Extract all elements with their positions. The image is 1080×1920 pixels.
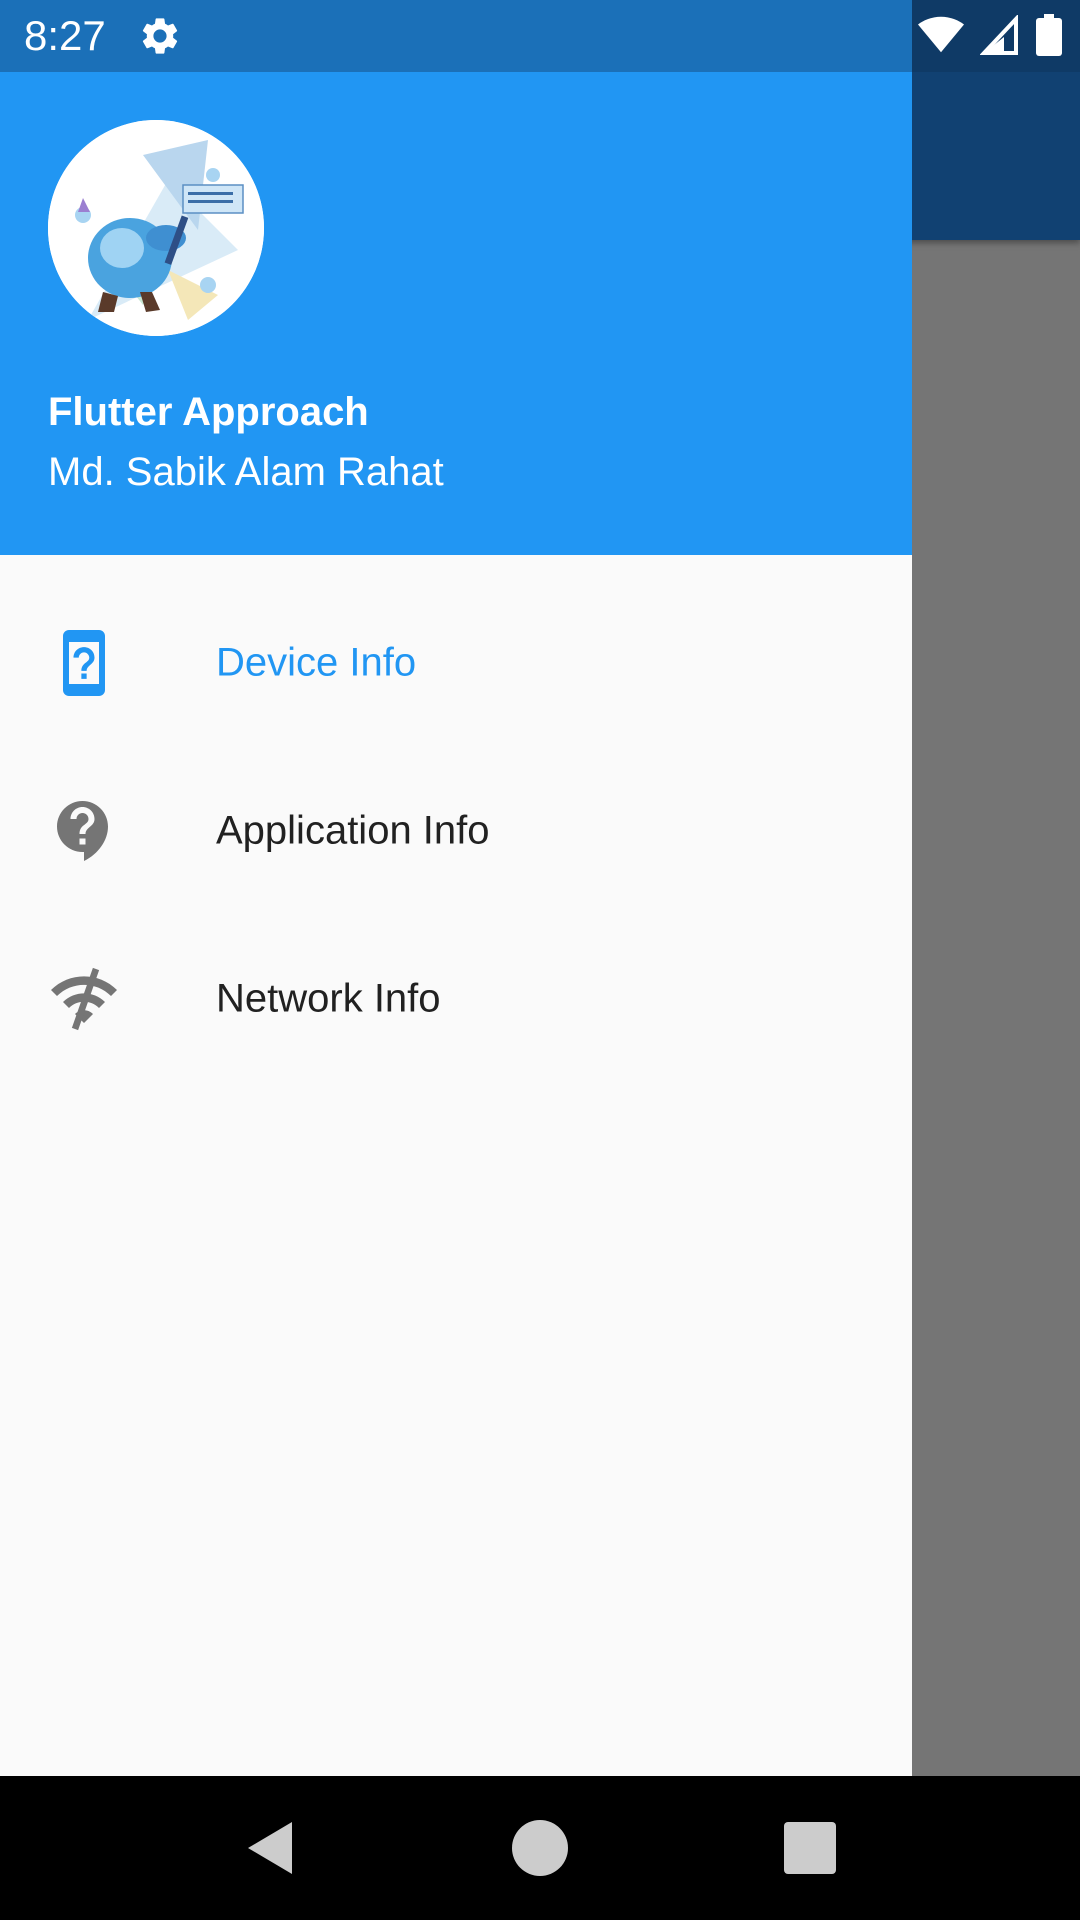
- system-navigation-bar: [0, 1776, 1080, 1920]
- drawer-item-label: Device Info: [216, 640, 417, 685]
- account-name: Flutter Approach: [48, 390, 369, 434]
- navigation-drawer: Flutter Approach Md. Sabik Alam Rahat De…: [0, 0, 912, 1776]
- account-email: Md. Sabik Alam Rahat: [48, 450, 444, 494]
- status-bar: 8:27: [0, 0, 1080, 72]
- drawer-item-label: Network Info: [216, 976, 441, 1021]
- drawer-item-network-info[interactable]: Network Info: [0, 915, 912, 1083]
- drawer-item-application-info[interactable]: Application Info: [0, 747, 912, 915]
- status-icons: [918, 14, 1062, 56]
- status-time: 8:27: [24, 12, 106, 59]
- help-outline-icon: [57, 801, 108, 861]
- home-icon[interactable]: [510, 1818, 570, 1878]
- wifi-off-icon: [51, 967, 117, 1031]
- drawer-item-device-info[interactable]: Device Info: [0, 579, 912, 747]
- back-icon[interactable]: [240, 1818, 300, 1878]
- device-unknown-icon: [63, 630, 105, 696]
- settings-icon: [142, 18, 178, 54]
- drawer-header: Flutter Approach Md. Sabik Alam Rahat: [0, 72, 912, 555]
- cellular-signal-icon: [980, 15, 1018, 55]
- battery-icon: [1036, 14, 1062, 56]
- recents-icon[interactable]: [780, 1818, 840, 1878]
- avatar-illustration: [48, 120, 264, 336]
- account-avatar[interactable]: [48, 120, 264, 336]
- wifi-icon: [918, 16, 964, 53]
- drawer-item-label: Application Info: [216, 808, 490, 853]
- screen: 8:27 Flutter Approach Md. Sabik Alam Rah…: [0, 0, 1080, 1920]
